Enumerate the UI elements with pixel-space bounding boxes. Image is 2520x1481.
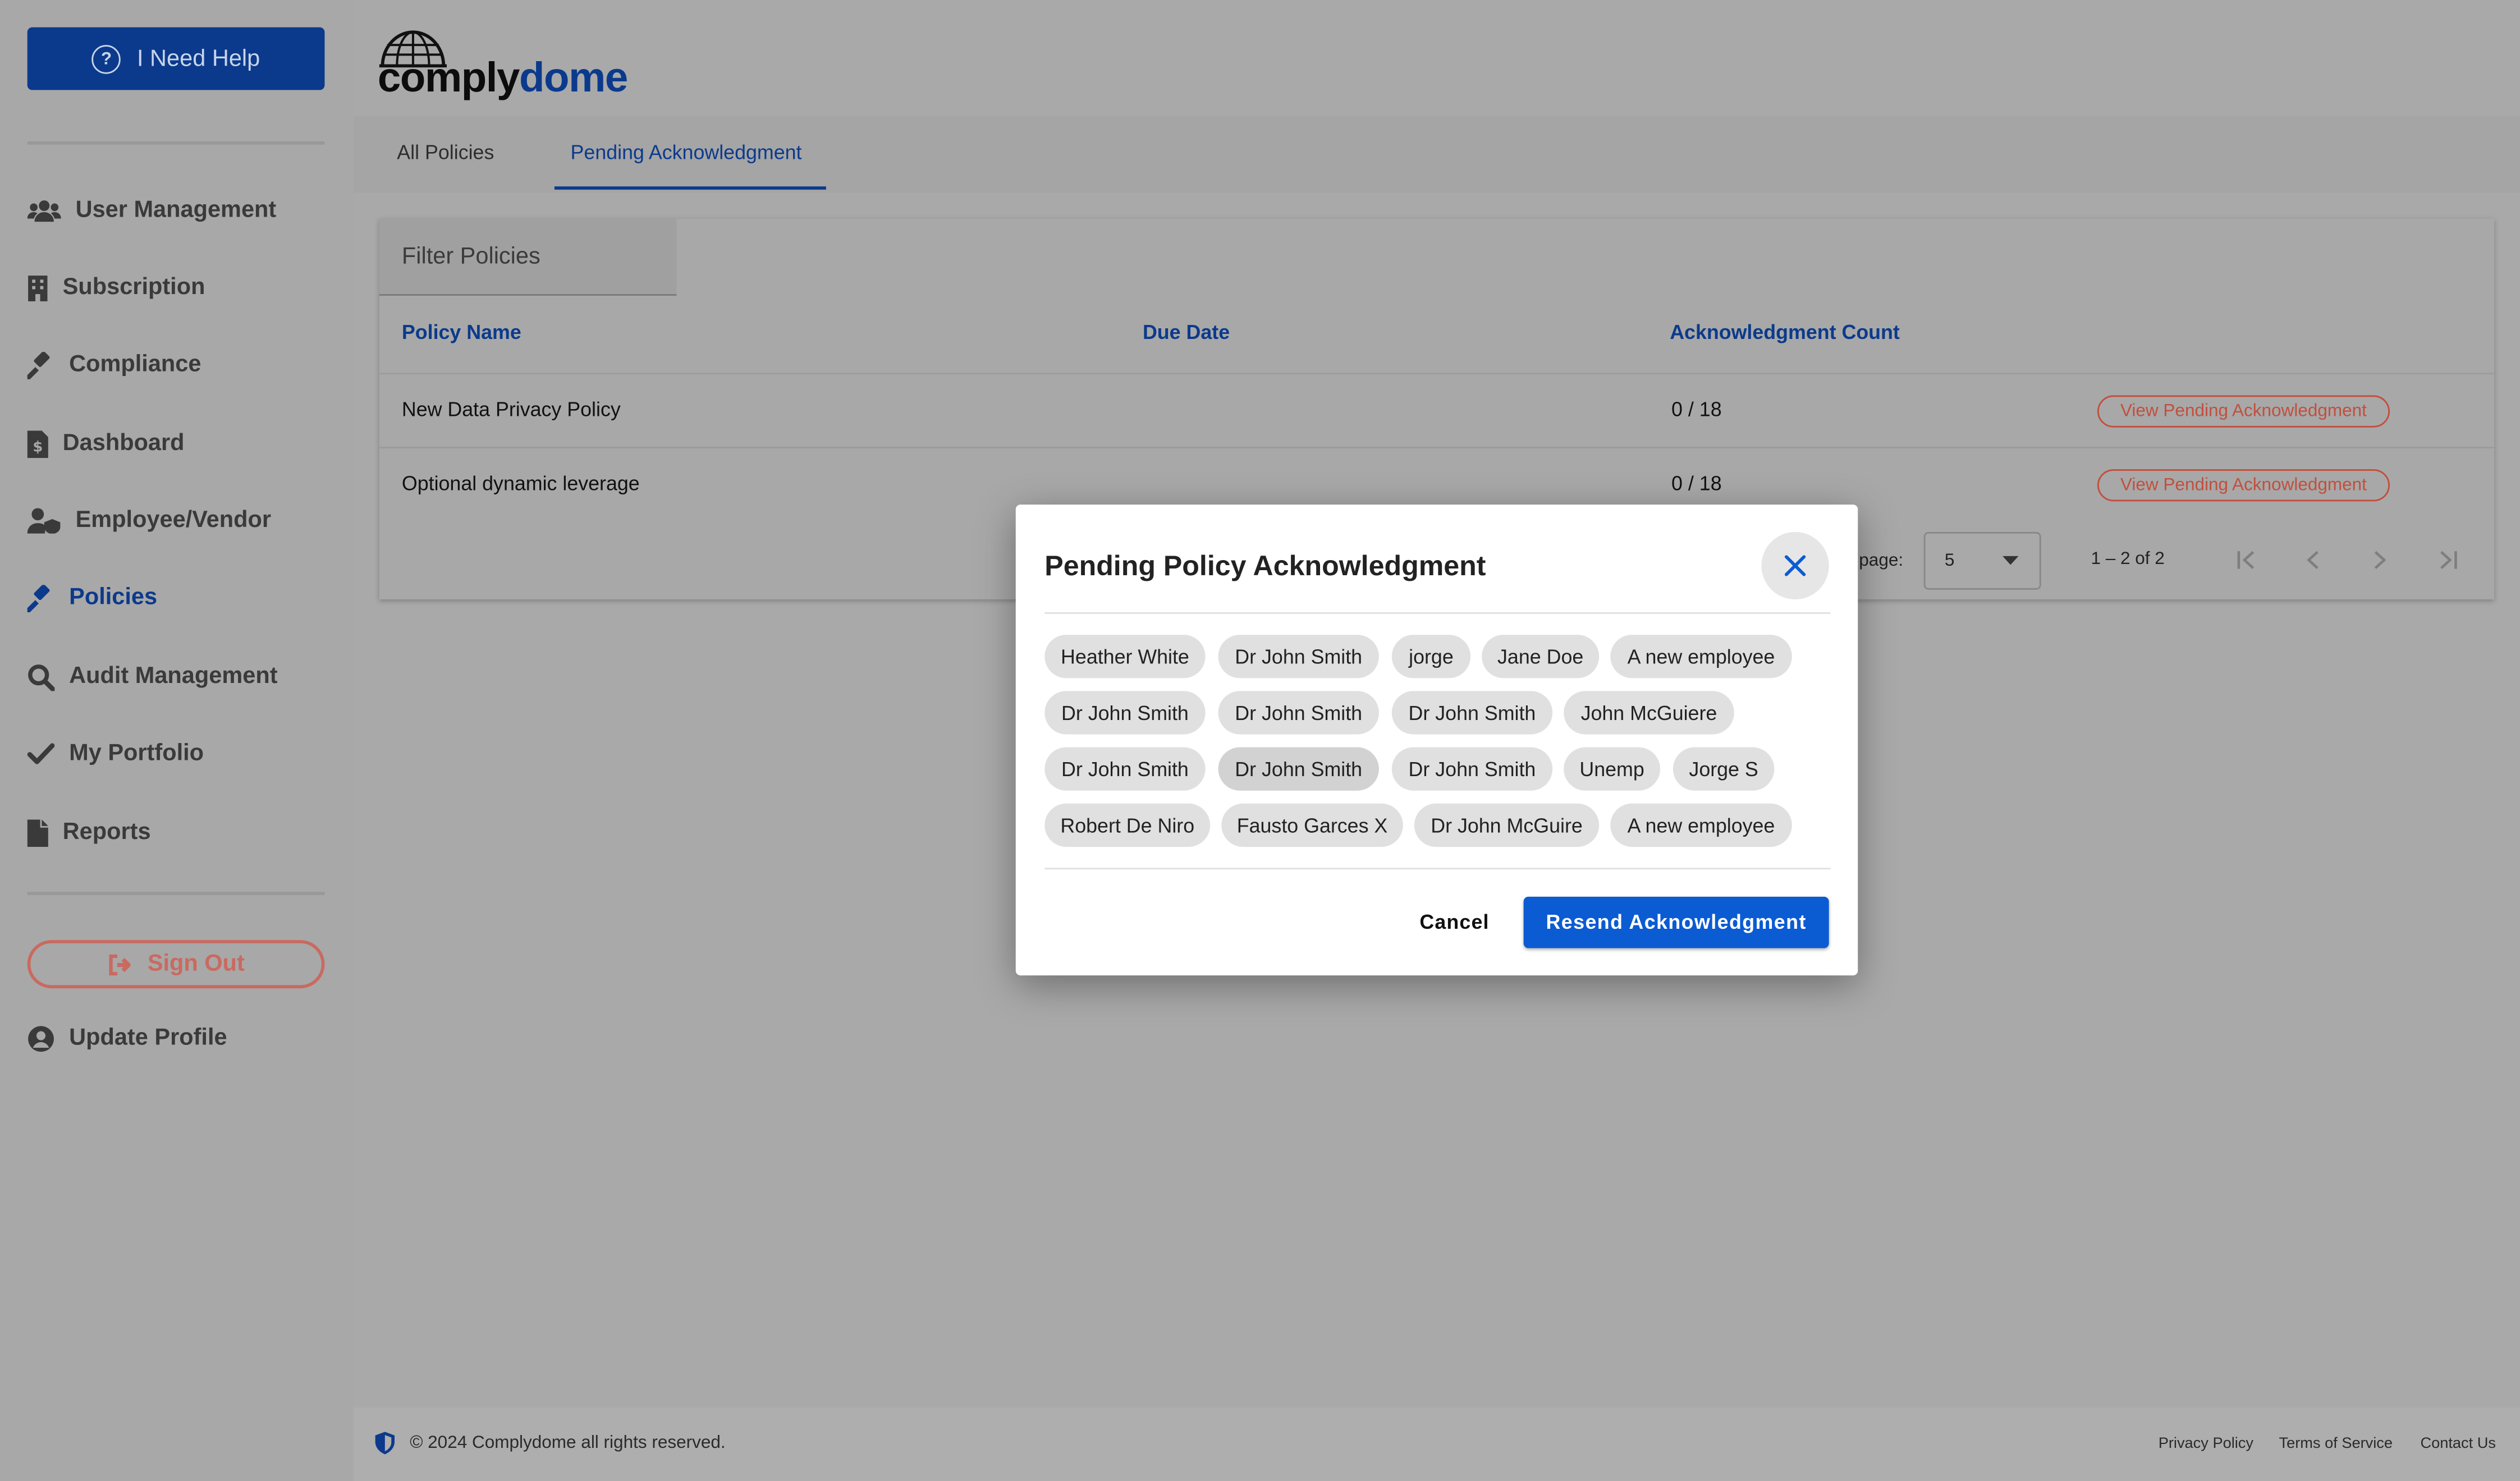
user-chip[interactable]: John McGuiere xyxy=(1564,691,1734,735)
filter-placeholder: Filter Policies xyxy=(401,243,540,269)
sidebar-item-dashboard[interactable]: $ Dashboard xyxy=(27,419,185,467)
footer-copyright: © 2024 Complydome all rights reserved. xyxy=(410,1433,726,1453)
tab-all-policies[interactable]: All Policies xyxy=(397,116,494,190)
view-pending-ack-button[interactable]: View Pending Acknowledgment xyxy=(2097,469,2390,502)
user-chip[interactable]: Jorge S xyxy=(1673,747,1775,791)
dialog-close-button[interactable] xyxy=(1761,531,1829,600)
check-icon xyxy=(27,743,55,764)
footer-link-contact-us[interactable]: Contact Us xyxy=(2420,1435,2496,1452)
filter-policies-input[interactable]: Filter Policies xyxy=(379,218,677,296)
sidebar-item-label: Update Profile xyxy=(69,1025,227,1051)
logo-text-dome: dome xyxy=(519,53,628,102)
logo-text-comply: comply xyxy=(377,53,520,102)
sign-out-button[interactable]: Sign Out xyxy=(27,940,325,989)
sign-out-icon xyxy=(108,953,131,975)
sidebar-item-label: Policies xyxy=(69,585,158,611)
previous-page-icon[interactable] xyxy=(2304,549,2321,570)
help-button[interactable]: ? I Need Help xyxy=(27,27,325,90)
items-per-page-value: 5 xyxy=(1944,551,1955,571)
user-chip[interactable]: Dr John Smith xyxy=(1044,691,1206,735)
policy-name-cell: Optional dynamic leverage xyxy=(401,472,640,495)
tab-pending-acknowledgment[interactable]: Pending Acknowledgment xyxy=(571,116,802,190)
sidebar-item-label: Compliance xyxy=(69,352,201,378)
tab-label: All Policies xyxy=(397,141,494,164)
active-tab-indicator xyxy=(554,186,826,190)
user-chip[interactable]: Jane Doe xyxy=(1482,635,1600,678)
sidebar-item-subscription[interactable]: Subscription xyxy=(28,264,205,312)
footer-link-terms-of-service[interactable]: Terms of Service xyxy=(2279,1435,2393,1452)
user-chip[interactable]: Fausto Garces X xyxy=(1221,803,1403,847)
close-icon xyxy=(1784,555,1806,576)
user-chip[interactable]: Dr John Smith xyxy=(1218,747,1379,791)
user-chip[interactable]: Dr John Smith xyxy=(1044,747,1206,791)
user-chip[interactable]: Robert De Niro xyxy=(1044,803,1211,847)
sign-out-label: Sign Out xyxy=(147,951,245,978)
search-icon xyxy=(28,663,55,690)
users-icon xyxy=(27,199,61,221)
column-header-policy-name[interactable]: Policy Name xyxy=(402,322,521,344)
user-chip[interactable]: Dr John Smith xyxy=(1218,635,1379,678)
user-chip[interactable]: Dr John Smith xyxy=(1391,691,1553,735)
sidebar-item-policies[interactable]: Policies xyxy=(27,574,158,622)
last-page-icon[interactable] xyxy=(2438,549,2459,570)
sidebar-item-my-portfolio[interactable]: My Portfolio xyxy=(27,730,204,778)
shield-icon xyxy=(375,1432,395,1455)
row-divider xyxy=(379,373,2495,375)
sidebar-item-label: Employee/Vendor xyxy=(75,507,272,534)
file-icon xyxy=(27,818,48,846)
column-header-acknowledgment-count[interactable]: Acknowledgment Count xyxy=(1670,322,1900,344)
gavel-icon xyxy=(27,584,50,612)
tab-label: Pending Acknowledgment xyxy=(570,141,802,164)
building-icon xyxy=(28,274,48,301)
sidebar-item-label: Dashboard xyxy=(62,430,185,457)
sidebar-divider xyxy=(27,141,325,145)
cancel-button[interactable]: Cancel xyxy=(1408,897,1501,948)
sidebar-item-compliance[interactable]: Compliance xyxy=(27,341,201,389)
sidebar-item-employee-vendor[interactable]: Employee/Vendor xyxy=(27,497,272,545)
user-chip[interactable]: Unemp xyxy=(1564,747,1661,791)
ack-count-cell: 0 / 18 xyxy=(1671,472,1722,495)
dialog-divider xyxy=(1044,868,1831,870)
column-header-due-date[interactable]: Due Date xyxy=(1143,322,1230,344)
items-per-page-select[interactable] xyxy=(1923,531,2041,590)
sidebar-item-label: Subscription xyxy=(62,274,205,301)
sidebar-item-user-management[interactable]: User Management xyxy=(27,186,277,235)
policy-name-cell: New Data Privacy Policy xyxy=(401,398,621,421)
user-chip[interactable]: jorge xyxy=(1391,635,1471,678)
ack-count-cell: 0 / 18 xyxy=(1671,398,1722,421)
question-circle-icon: ? xyxy=(91,44,121,74)
user-chip[interactable]: Dr John Smith xyxy=(1391,747,1553,791)
user-chip[interactable]: A new employee xyxy=(1610,635,1792,678)
footer-link-privacy-policy[interactable]: Privacy Policy xyxy=(2159,1435,2253,1452)
next-page-icon[interactable] xyxy=(2372,549,2389,570)
user-chip[interactable]: A new employee xyxy=(1610,803,1792,847)
sidebar-item-label: Audit Management xyxy=(69,663,278,690)
user-chip[interactable]: Dr John Smith xyxy=(1218,691,1379,735)
pagination-range: 1 – 2 of 2 xyxy=(2091,549,2165,569)
view-pending-ack-button[interactable]: View Pending Acknowledgment xyxy=(2097,395,2390,428)
caret-down-icon xyxy=(2002,556,2019,565)
dialog-title: Pending Policy Acknowledgment xyxy=(1044,549,1486,582)
sidebar-item-label: User Management xyxy=(75,198,277,224)
file-dollar-icon: $ xyxy=(27,429,48,457)
svg-text:$: $ xyxy=(33,438,43,455)
app-logo: complydome xyxy=(377,53,628,103)
row-divider xyxy=(379,447,2495,448)
sidebar-item-label: Reports xyxy=(62,819,151,846)
sidebar-item-label: My Portfolio xyxy=(69,741,204,767)
sidebar-item-reports[interactable]: Reports xyxy=(27,808,151,856)
gavel-icon xyxy=(27,351,50,379)
dialog-divider xyxy=(1044,612,1831,614)
user-chip[interactable]: Heather White xyxy=(1044,635,1206,678)
resend-acknowledgment-button[interactable]: Resend Acknowledgment xyxy=(1523,896,1829,948)
sidebar-item-audit-management[interactable]: Audit Management xyxy=(28,653,278,701)
user-shield-icon xyxy=(27,508,61,534)
help-button-label: I Need Help xyxy=(136,45,260,72)
sidebar-divider xyxy=(27,892,325,895)
sidebar-item-update-profile[interactable]: Update Profile xyxy=(28,1014,227,1062)
user-circle-icon xyxy=(28,1025,54,1051)
user-chip[interactable]: Dr John McGuire xyxy=(1414,803,1600,847)
first-page-icon[interactable] xyxy=(2235,549,2256,570)
